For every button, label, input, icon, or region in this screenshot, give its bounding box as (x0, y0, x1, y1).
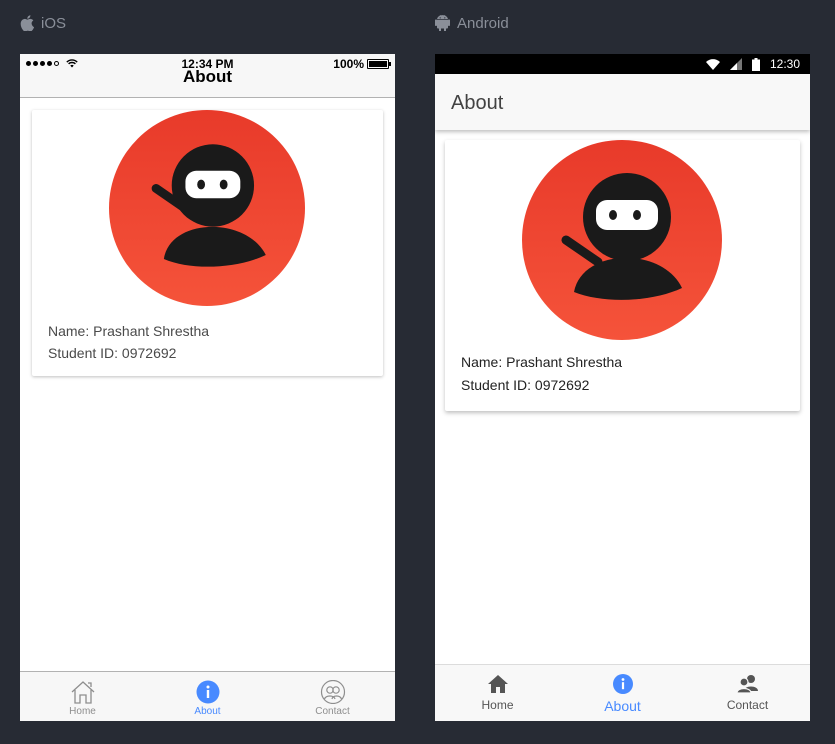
profile-info: Name: Prashant Shrestha Student ID: 0972… (48, 320, 209, 364)
tab-contact[interactable]: Contact (685, 665, 810, 721)
android-tab-bar: Home About Contact (435, 664, 810, 721)
tab-home-label: Home (69, 706, 96, 717)
ios-label-text: iOS (41, 14, 67, 32)
home-outline-icon (71, 681, 94, 704)
tab-contact-label: Contact (726, 698, 769, 712)
tab-contact[interactable]: Contact (270, 672, 395, 721)
cell-signal-icon (729, 58, 742, 70)
profile-info: Name: Prashant Shrestha Student ID: 0972… (461, 351, 622, 397)
student-name: Name: Prashant Shrestha (48, 323, 210, 339)
contacts-icon (735, 675, 758, 694)
info-icon (612, 674, 633, 694)
ninja-avatar-icon (109, 110, 305, 306)
wifi-icon (705, 58, 720, 70)
ios-navbar: 12:34 PM 100% About (20, 54, 395, 98)
student-id: Student ID: 0972692 (461, 377, 590, 393)
home-icon (487, 675, 508, 693)
tab-about[interactable]: About (560, 665, 685, 721)
android-icon (435, 15, 450, 31)
status-time: 12:30 (769, 57, 800, 71)
profile-card: Name: Prashant Shrestha Student ID: 0972… (32, 110, 383, 376)
tab-about-label: About (604, 698, 641, 714)
page-title: About (451, 92, 504, 114)
ios-tab-bar: Home About Contact (20, 671, 395, 721)
android-status-bar: 12:30 (435, 54, 810, 74)
android-platform-label: Android (435, 13, 509, 33)
tab-home[interactable]: Home (435, 665, 560, 721)
contacts-outline-icon (320, 680, 345, 704)
android-phone-preview: 12:30 About Name: Prashant Shrestha Stud… (435, 54, 810, 721)
tab-contact-label: Contact (315, 706, 350, 717)
info-icon (196, 680, 219, 704)
page-title: About (182, 67, 233, 86)
student-name: Name: Prashant Shrestha (461, 354, 623, 370)
ios-phone-preview: 12:34 PM 100% About Name: Prashant Shres… (20, 54, 395, 721)
tab-about[interactable]: About (145, 672, 270, 721)
ninja-avatar-icon (522, 140, 722, 340)
profile-card: Name: Prashant Shrestha Student ID: 0972… (445, 140, 800, 411)
tab-home-label: Home (481, 698, 514, 712)
tab-home[interactable]: Home (20, 672, 145, 721)
student-id: Student ID: 0972692 (48, 345, 177, 361)
ios-platform-label: iOS (20, 13, 66, 33)
tab-about-label: About (194, 706, 221, 717)
apple-icon (20, 15, 34, 31)
battery-icon (751, 57, 760, 71)
android-label-text: Android (457, 14, 509, 32)
android-toolbar: About (435, 74, 810, 130)
